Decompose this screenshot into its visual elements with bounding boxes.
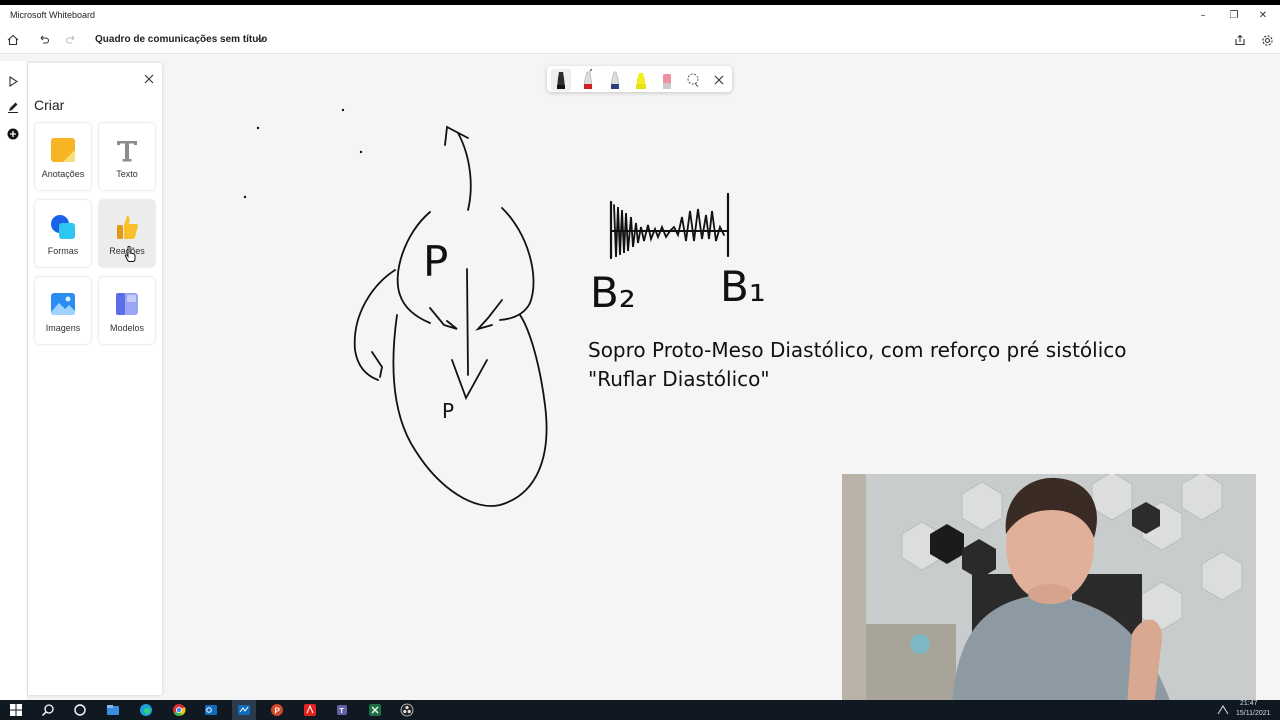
powerpoint-icon[interactable]: P [270,703,284,717]
excel-icon[interactable] [368,703,382,717]
blue-pen-icon[interactable] [605,69,625,91]
red-pen-icon[interactable] [578,69,598,91]
chrome-icon[interactable] [172,703,186,717]
shapes-icon [51,215,75,239]
heart-drawing [353,125,548,507]
text-icon [117,141,137,162]
ink-dot [256,126,260,130]
left-toolbar [0,61,28,700]
ink-dot [359,150,363,154]
tile-texto[interactable]: Texto [99,123,155,190]
webcam-video [842,474,1256,700]
sound-label-b1: B₁ [720,262,766,311]
teams-icon[interactable]: T [336,703,350,717]
ink-dot [243,195,247,199]
add-icon[interactable] [4,125,22,143]
thumbs-up-icon [117,216,138,239]
tile-label: Modelos [109,323,145,333]
tile-label: Imagens [45,323,81,333]
templates-icon [116,293,138,315]
webcam-image [842,474,1256,700]
tile-label: Formas [47,246,79,256]
pen-toolbar [547,66,732,92]
panel-title: Criar [34,97,65,113]
yellow-highlighter-icon[interactable] [631,69,651,91]
eraser-icon[interactable] [657,69,677,91]
obs-icon[interactable] [400,703,414,717]
network-icon[interactable] [1216,703,1230,717]
cortana-icon[interactable] [73,703,87,717]
mouse-cursor-icon [124,246,136,262]
tray-date[interactable]: 15/11/2021 [1236,710,1271,717]
ink-dot [341,108,345,112]
note-line-2: "Ruflar Diastólico" [588,367,770,391]
app-window: Microsoft Whiteboard – ❐ ✕ Quadro de com… [0,5,1280,700]
tile-imagens[interactable]: Imagens [35,277,91,344]
create-panel: Criar Anotações Texto Formas Reações Ima… [28,63,162,695]
tile-label: Texto [116,169,138,179]
heart-label-top: P [423,237,448,286]
tile-reacoes[interactable]: Reações [99,200,155,267]
close-icon[interactable] [142,72,156,86]
heart-label-bottom: P [442,399,454,423]
svg-text:T: T [340,708,345,715]
file-explorer-icon[interactable] [106,703,120,717]
edge-icon[interactable] [139,703,153,717]
close-icon[interactable] [709,69,729,91]
tile-anotacoes[interactable]: Anotações [35,123,91,190]
pen-icon[interactable] [4,98,22,116]
whiteboard-icon[interactable] [237,703,251,717]
acrobat-icon[interactable] [303,703,317,717]
black-pen-icon[interactable] [551,69,571,91]
note-line-1: Sopro Proto-Meso Diastólico, com reforço… [588,338,1127,362]
taskbar: P T 21:47 15/11/2021 [0,700,1280,720]
tile-formas[interactable]: Formas [35,200,91,267]
windows-start-icon[interactable] [9,703,23,717]
sound-label-b2: B₂ [590,268,636,317]
outlook-icon[interactable] [204,703,218,717]
tile-label: Anotações [41,169,85,179]
murmur-drawing [609,192,730,260]
select-arrow-icon[interactable] [4,72,22,90]
tray-time[interactable]: 21:47 [1240,700,1258,707]
tile-modelos[interactable]: Modelos [99,277,155,344]
lasso-icon[interactable] [683,69,703,91]
search-icon[interactable] [41,703,55,717]
svg-text:P: P [275,707,281,716]
sticky-note-icon [51,138,75,162]
image-icon [51,293,75,315]
